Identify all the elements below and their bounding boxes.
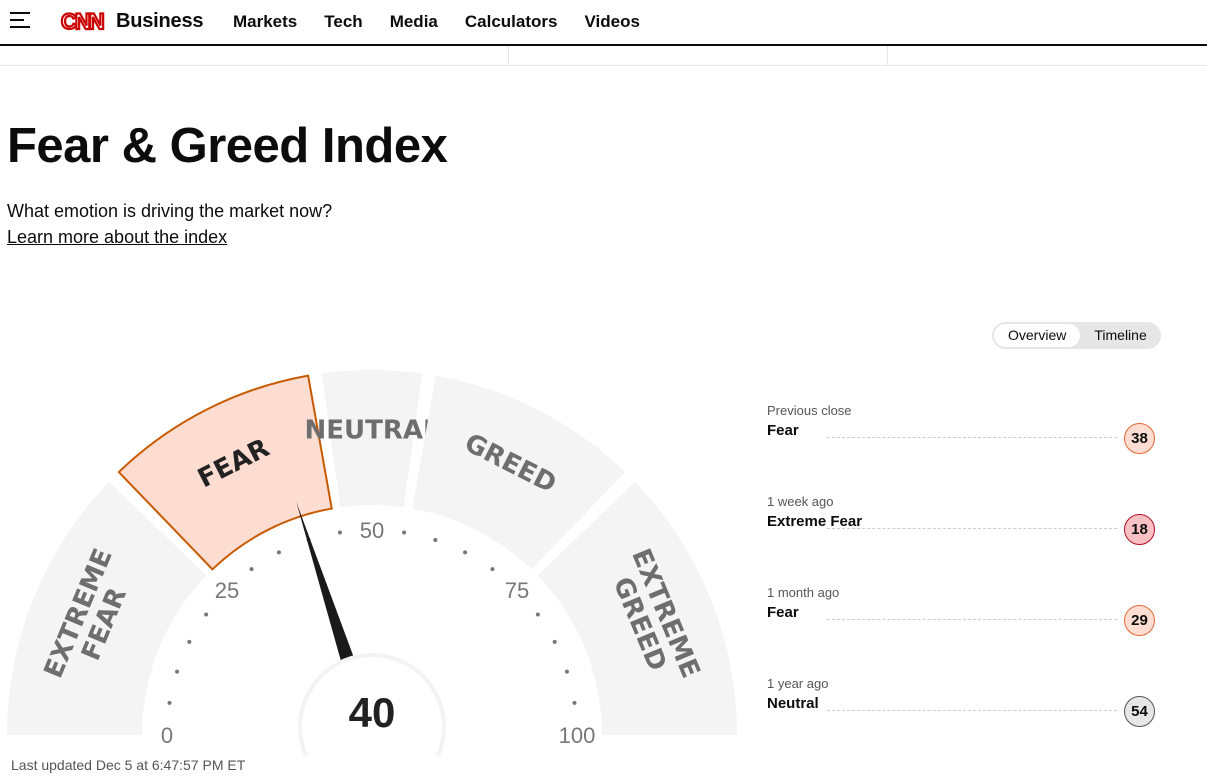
dotted-leader — [827, 619, 1117, 620]
nav-link-calculators[interactable]: Calculators — [465, 12, 558, 32]
page-subtitle: What emotion is driving the market now? — [7, 201, 333, 221]
toggle-timeline[interactable]: Timeline — [1080, 324, 1160, 347]
menu-line — [10, 12, 30, 14]
history-score-badge: 38 — [1124, 423, 1155, 454]
gauge-tick-dot — [204, 612, 209, 617]
nav-link-media[interactable]: Media — [390, 12, 438, 32]
gauge-tick-dot — [490, 567, 495, 572]
gauge-tick-dot — [552, 639, 557, 644]
history-when: 1 week ago — [767, 494, 834, 509]
gauge-value-readout: 40 — [349, 689, 396, 736]
dotted-leader — [827, 437, 1117, 438]
gauge-tick-dot — [463, 550, 468, 555]
history-when: Previous close — [767, 403, 852, 418]
gauge-tick-label: 0 — [161, 723, 173, 748]
nav-link-tech[interactable]: Tech — [324, 12, 362, 32]
menu-line — [10, 26, 30, 28]
history-list: Previous close Fear 38 1 week ago Extrem… — [767, 403, 1157, 767]
history-score-badge: 18 — [1124, 514, 1155, 545]
toggle-overview[interactable]: Overview — [994, 324, 1081, 347]
nav-link-videos[interactable]: Videos — [584, 12, 639, 32]
menu-line — [10, 19, 24, 21]
last-updated-text: Last updated Dec 5 at 6:47:57 PM ET — [11, 757, 246, 773]
ticker-divider — [887, 46, 888, 66]
gauge-tick-dot — [249, 567, 254, 572]
learn-more-link[interactable]: Learn more about the index — [7, 227, 227, 248]
dotted-leader — [827, 710, 1117, 711]
gauge-tick-dot — [276, 550, 281, 555]
history-when: 1 year ago — [767, 676, 829, 691]
market-ticker-strip — [0, 46, 1207, 66]
main-nav: Markets Tech Media Calculators Videos — [233, 12, 667, 32]
gauge-tick-label: 25 — [215, 578, 239, 603]
gauge-tick-label: 100 — [559, 723, 596, 748]
gauge-tick-dot — [337, 530, 342, 535]
gauge-tick-dot — [167, 700, 172, 705]
history-row-1-year-ago: 1 year ago Neutral 54 — [767, 676, 1157, 767]
nav-link-markets[interactable]: Markets — [233, 12, 297, 32]
history-when: 1 month ago — [767, 585, 840, 600]
gauge-tick-label: 75 — [505, 578, 529, 603]
history-row-previous-close: Previous close Fear 38 — [767, 403, 1157, 494]
top-navigation-bar: CNN Business Markets Tech Media Calculat… — [0, 0, 1207, 46]
gauge-tick-dot — [175, 669, 180, 674]
gauge-tick-dot — [433, 538, 438, 543]
fear-greed-gauge: EXTREMEFEARFEARNEUTRAL GREEDEXTREMEGREED0… — [7, 370, 737, 755]
gauge-tick-label: 50 — [360, 518, 384, 543]
brand-section-name: Business — [116, 9, 204, 32]
menu-icon[interactable] — [10, 12, 30, 28]
history-score-badge: 54 — [1124, 696, 1155, 727]
history-score-badge: 29 — [1124, 605, 1155, 636]
history-row-1-month-ago: 1 month ago Fear 29 — [767, 585, 1157, 676]
ticker-divider — [508, 46, 509, 66]
gauge-tick-dot — [535, 612, 540, 617]
history-row-1-week-ago: 1 week ago Extreme Fear 18 — [767, 494, 1157, 585]
gauge-tick-dot — [564, 669, 569, 674]
page-title: Fear & Greed Index — [7, 119, 448, 173]
dotted-leader — [827, 528, 1117, 529]
gauge-tick-dot — [572, 700, 577, 705]
gauge-segment-label: NEUTRAL — [304, 416, 439, 446]
gauge-tick-dot — [402, 530, 407, 535]
gauge-tick-dot — [187, 639, 192, 644]
view-toggle: Overview Timeline — [992, 322, 1161, 349]
cnn-logo-text: CNN — [61, 9, 104, 34]
cnn-logo-icon: CNN — [60, 8, 107, 34]
gauge-segment-label-line: NEUTRAL — [304, 416, 439, 446]
cnn-business-logo[interactable]: CNN Business — [60, 8, 204, 34]
